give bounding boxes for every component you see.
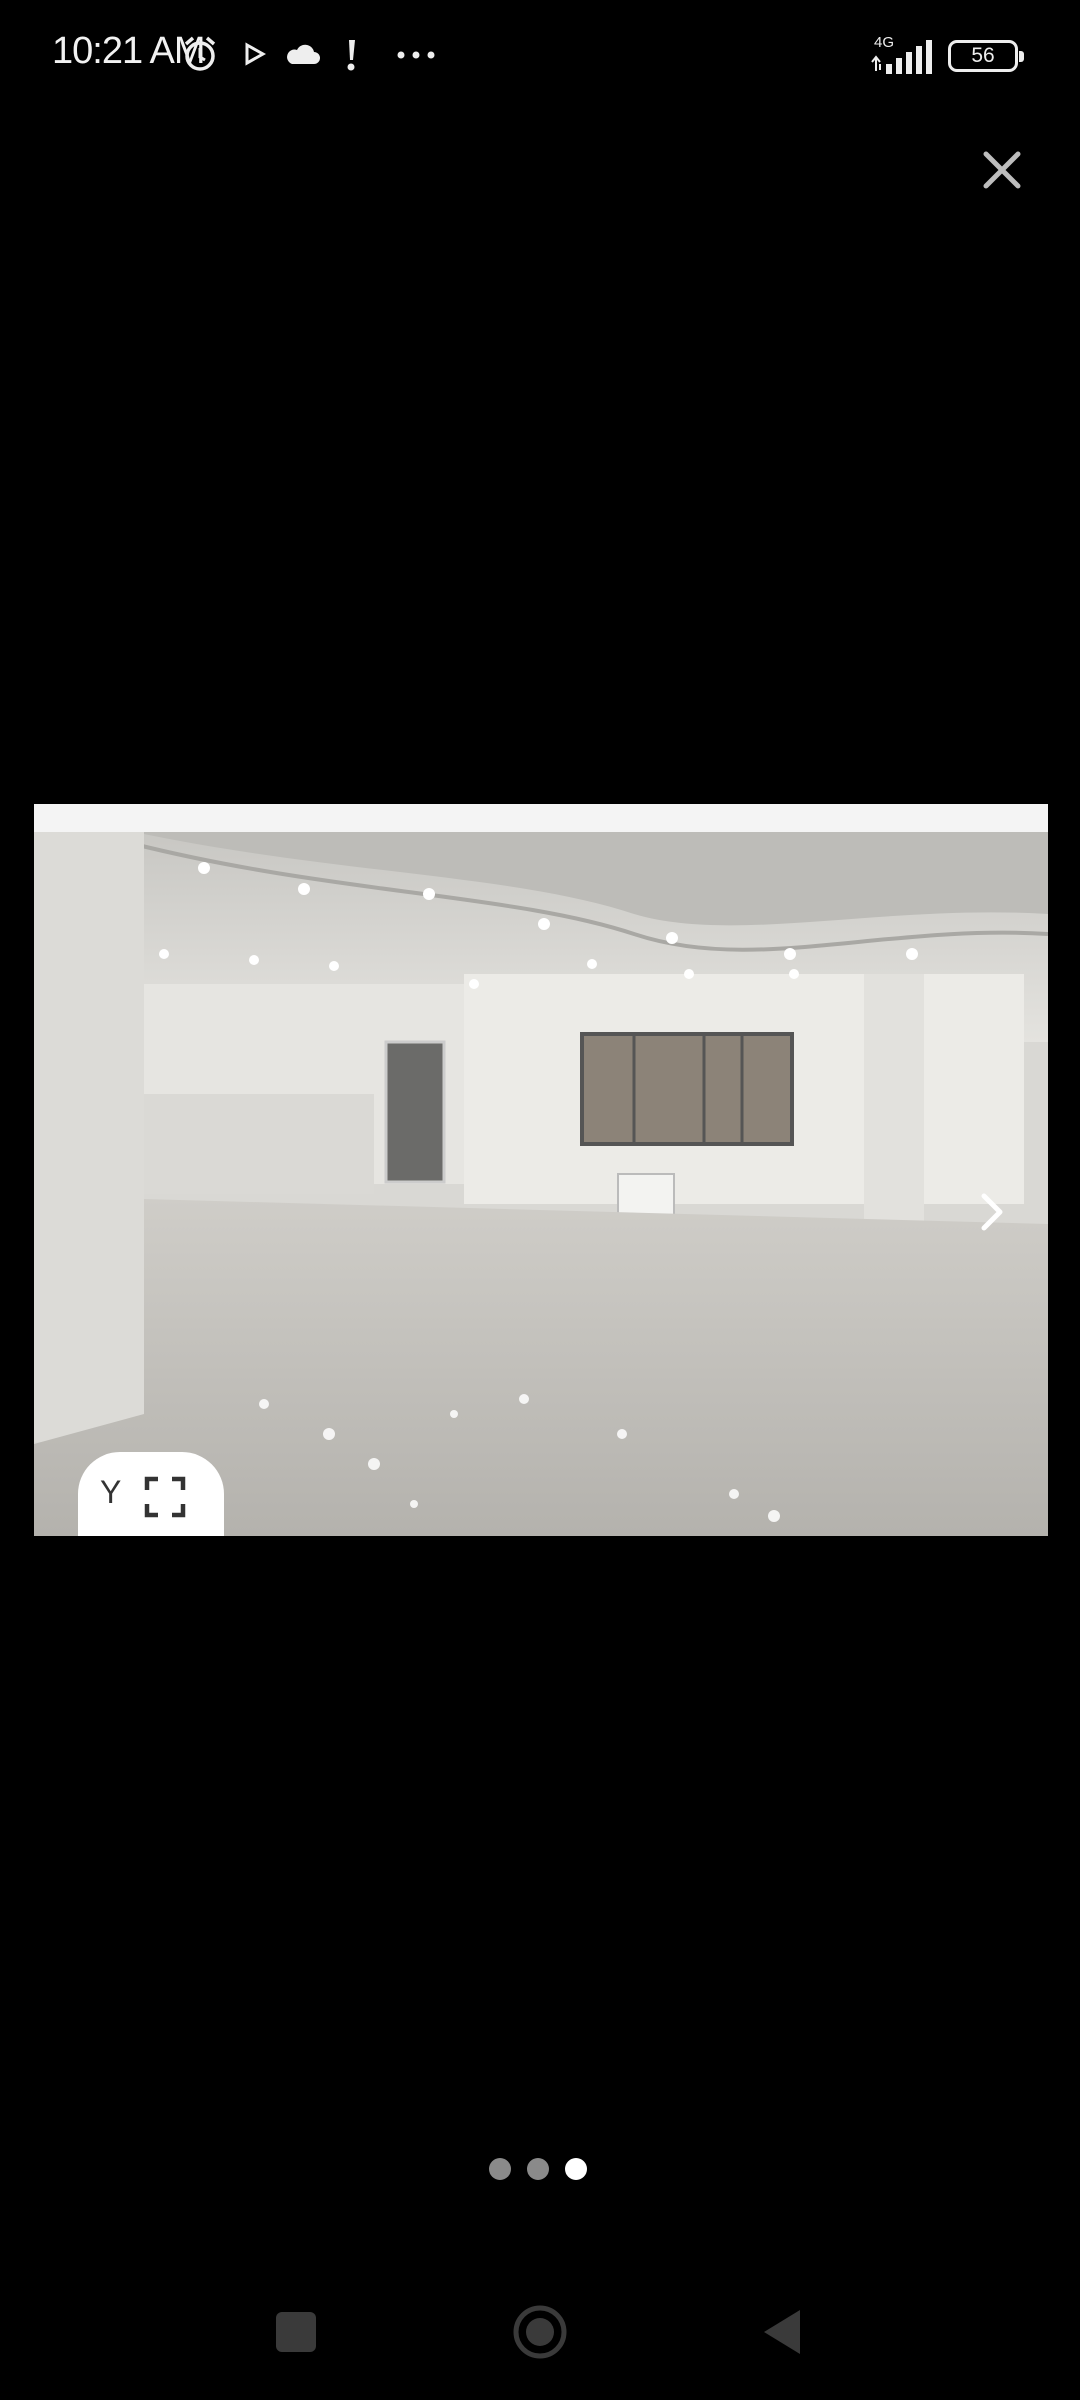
play-icon (244, 42, 266, 66)
page-dot-2[interactable] (527, 2158, 549, 2180)
recents-button[interactable] (276, 2312, 316, 2352)
page-dot-3-active[interactable] (565, 2158, 587, 2180)
close-button[interactable] (978, 146, 1026, 194)
page-dot-1[interactable] (489, 2158, 511, 2180)
apartment-interior-image (34, 804, 1048, 1536)
battery-icon: 56 (948, 40, 1024, 72)
close-icon (983, 151, 1021, 189)
alert-icon (344, 38, 358, 72)
fullscreen-button[interactable]: Y (78, 1452, 224, 1536)
gallery-photo[interactable] (34, 804, 1048, 1536)
chevron-right-icon (981, 1193, 1003, 1231)
more-icon (396, 50, 436, 60)
fullscreen-icon (144, 1476, 186, 1523)
signal-icon (870, 40, 936, 79)
photo-count-label: Y (100, 1474, 122, 1510)
status-bar: 10:21 AM 4G 56 (0, 0, 1080, 110)
back-icon (764, 2310, 800, 2354)
next-photo-button[interactable] (976, 1190, 1008, 1234)
home-icon (513, 2305, 567, 2359)
home-button[interactable] (512, 2304, 568, 2365)
battery-level: 56 (971, 44, 995, 67)
back-button[interactable] (760, 2306, 804, 2363)
alarm-icon (180, 34, 220, 74)
cloud-icon (284, 42, 320, 66)
page-indicator (489, 2158, 587, 2180)
